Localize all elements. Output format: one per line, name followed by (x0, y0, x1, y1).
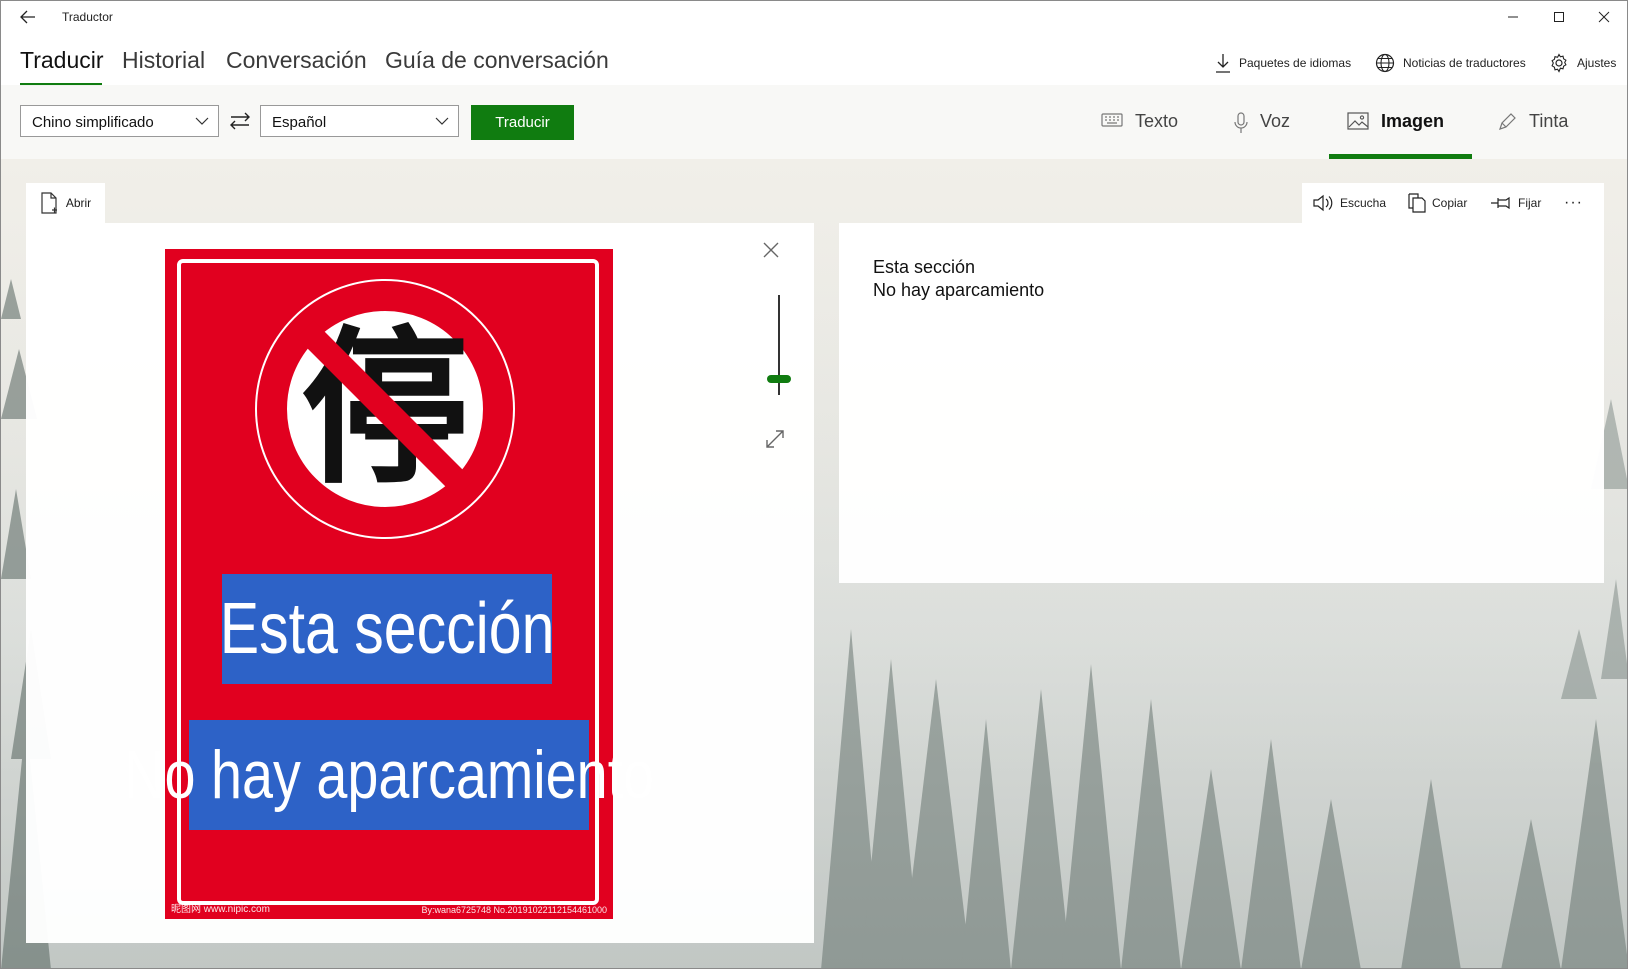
swap-arrows-icon (230, 112, 250, 130)
mode-tab-texto[interactable]: Texto (1101, 97, 1178, 159)
chevron-down-icon (195, 117, 209, 125)
target-language-value: Español (272, 114, 327, 131)
translator-news-button[interactable]: Noticias de traductores (1375, 53, 1526, 73)
mode-tab-tinta[interactable]: Tinta (1497, 97, 1568, 159)
microphone-icon (1234, 112, 1248, 133)
close-icon (763, 242, 779, 258)
pin-button[interactable]: Fijar (1490, 183, 1541, 223)
output-actions-bar: Escucha Copiar Fijar ··· (1302, 183, 1604, 223)
mode-texto-label: Texto (1135, 111, 1179, 131)
more-options-button[interactable]: ··· (1564, 183, 1583, 223)
open-image-button[interactable]: Abrir (26, 183, 105, 223)
no-parking-symbol: 停 (255, 279, 515, 539)
maximize-icon (1554, 12, 1564, 22)
close-icon (1598, 11, 1610, 23)
pin-label: Fijar (1518, 196, 1542, 210)
copy-icon (1408, 193, 1426, 213)
app-window: Traductor Traducir Historial Conversació… (0, 0, 1628, 969)
mode-tab-imagen[interactable]: Imagen (1347, 97, 1444, 159)
open-image-label: Abrir (65, 196, 92, 210)
settings-button[interactable]: Ajustes (1549, 53, 1616, 73)
close-window-button[interactable] (1581, 1, 1627, 33)
swap-languages-button[interactable] (229, 111, 251, 136)
clear-image-button[interactable] (762, 241, 780, 264)
keyboard-icon (1101, 113, 1123, 127)
overlay-line-2-text: No hay aparcamiento (123, 737, 655, 813)
overlay-line-1-text: Esta sección (219, 589, 555, 669)
maximize-button[interactable] (1536, 1, 1582, 33)
copy-button[interactable]: Copiar (1408, 183, 1467, 223)
image-input-panel: 停 Esta sección No hay aparcamiento 昵图网 w… (26, 223, 814, 943)
language-packs-label: Paquetes de idiomas (1239, 56, 1352, 70)
output-line-2: No hay aparcamiento (873, 280, 1045, 300)
zoom-slider-thumb[interactable] (767, 375, 791, 383)
app-title: Traductor (62, 10, 113, 24)
mode-tinta-label: Tinta (1529, 111, 1569, 131)
language-packs-button[interactable]: Paquetes de idiomas (1215, 53, 1351, 73)
pen-icon (1499, 113, 1516, 130)
download-icon (1216, 54, 1230, 73)
image-icon (1347, 112, 1369, 130)
mode-tab-voz[interactable]: Voz (1234, 97, 1290, 159)
mode-voz-label: Voz (1260, 111, 1291, 131)
pin-icon (1491, 196, 1510, 210)
tab-historial[interactable]: Historial (122, 47, 205, 74)
expand-icon (766, 430, 784, 448)
globe-icon (1375, 53, 1395, 73)
copy-label: Copiar (1432, 196, 1468, 210)
watermark-left: 昵图网 www.nipic.com (171, 904, 270, 915)
back-button[interactable] (11, 5, 45, 29)
translator-news-label: Noticias de traductores (1403, 56, 1526, 70)
top-navigation: Traducir Historial Conversación Guía de … (1, 33, 1627, 86)
source-language-value: Chino simplificado (32, 114, 154, 131)
translation-overlay-line-1: Esta sección (219, 574, 555, 684)
back-arrow-icon (20, 10, 35, 24)
gear-icon (1551, 53, 1567, 73)
target-language-select[interactable]: Español (260, 105, 459, 137)
translate-button[interactable]: Traducir (471, 105, 574, 140)
listen-label: Escucha (1340, 196, 1387, 210)
mode-imagen-label: Imagen (1381, 111, 1445, 131)
expand-image-button[interactable] (764, 428, 786, 455)
tab-guia-de-conversacion[interactable]: Guía de conversación (385, 47, 609, 74)
translated-sign-image: 停 Esta sección No hay aparcamiento 昵图网 w… (124, 249, 654, 919)
output-line-1: Esta sección (873, 257, 976, 277)
source-language-select[interactable]: Chino simplificado (20, 105, 219, 137)
speaker-icon (1313, 194, 1333, 212)
watermark-right: By:wana6725748 No.20191022112154461000 (421, 905, 607, 915)
open-file-icon (41, 192, 57, 214)
title-bar: Traductor (1, 1, 1627, 33)
active-mode-indicator (1329, 154, 1472, 159)
translation-overlay-line-2: No hay aparcamiento (124, 720, 654, 830)
minimize-button[interactable] (1490, 1, 1536, 33)
tab-traducir[interactable]: Traducir (20, 47, 104, 74)
settings-label: Ajustes (1577, 56, 1617, 70)
listen-button[interactable]: Escucha (1312, 183, 1386, 223)
chevron-down-icon (435, 117, 449, 125)
minimize-icon (1508, 16, 1518, 18)
tab-conversacion[interactable]: Conversación (226, 47, 367, 74)
translation-output-panel: Esta sección No hay aparcamiento (839, 223, 1604, 583)
